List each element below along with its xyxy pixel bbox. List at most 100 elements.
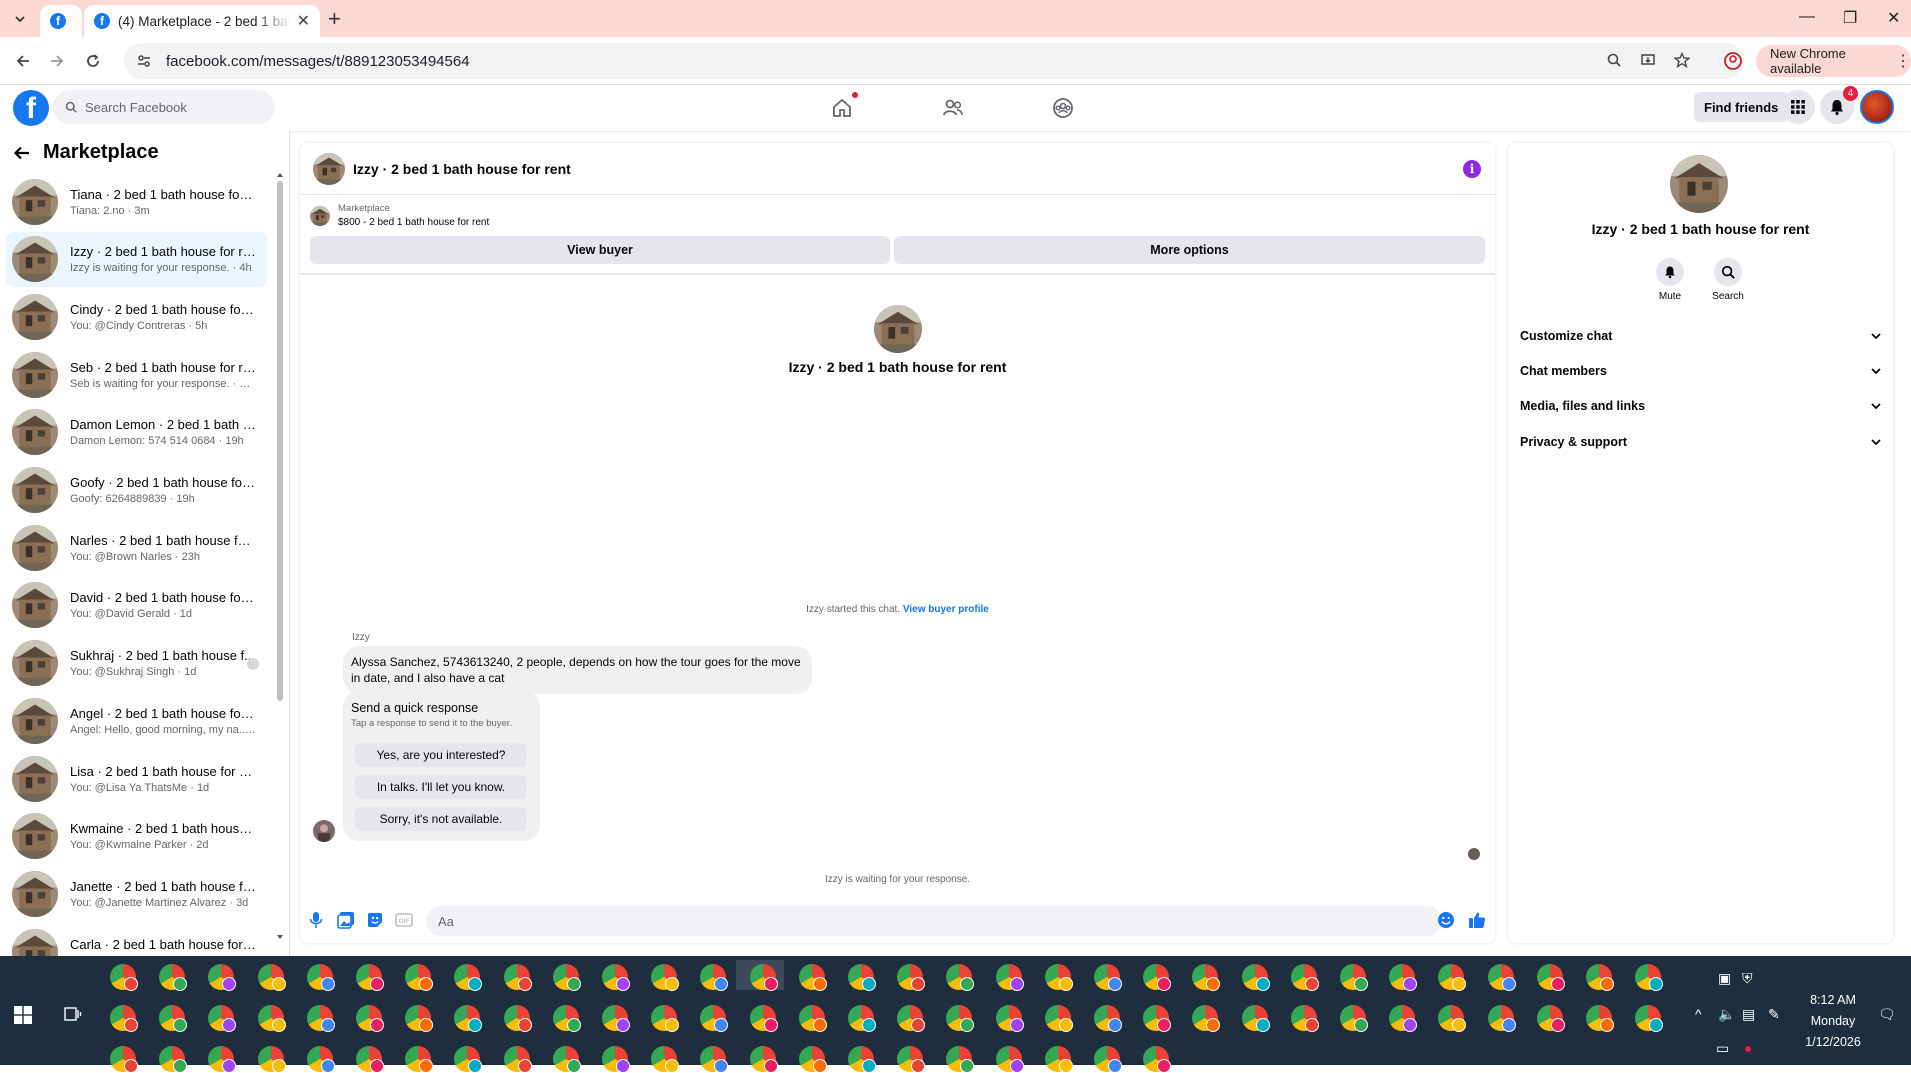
chrome-profile-taskbar-icon[interactable] (946, 964, 975, 991)
sticker-icon[interactable] (366, 911, 384, 929)
chrome-profile-taskbar-icon[interactable] (405, 1005, 434, 1032)
chrome-profile-taskbar-icon[interactable] (1438, 1005, 1467, 1032)
back-arrow-icon[interactable] (12, 50, 34, 72)
emoji-icon[interactable] (1437, 911, 1455, 929)
reload-icon[interactable] (82, 50, 104, 72)
conversation-item[interactable]: Tiana · 2 bed 1 bath house for r... Tiana… (6, 174, 267, 229)
microphone-icon[interactable] (307, 911, 325, 929)
chrome-profile-taskbar-icon[interactable] (1389, 1005, 1418, 1032)
profile-icon[interactable] (1723, 51, 1743, 71)
chrome-profile-taskbar-icon[interactable] (208, 1046, 237, 1073)
chrome-profile-taskbar-icon[interactable] (1143, 1046, 1172, 1073)
chrome-profile-taskbar-icon[interactable] (848, 1046, 876, 1073)
conversation-item[interactable]: Angel · 2 bed 1 bath house for r... Angel… (6, 693, 267, 748)
chrome-profile-taskbar-icon[interactable] (454, 1046, 483, 1073)
tab-search-chevron-icon[interactable] (6, 8, 34, 30)
chrome-profile-taskbar-icon[interactable] (208, 964, 237, 991)
quick-reply-button[interactable]: In talks. I'll let you know. (355, 775, 527, 799)
conversation-item[interactable]: Narles · 2 bed 1 bath house for r... You:… (6, 520, 267, 575)
account-avatar[interactable] (1860, 90, 1894, 124)
tab-close-icon[interactable]: ✕ (297, 11, 310, 31)
chrome-profile-taskbar-icon[interactable] (1635, 1005, 1664, 1032)
chrome-profile-taskbar-icon[interactable] (1340, 964, 1368, 991)
chrome-profile-taskbar-icon[interactable] (356, 964, 384, 991)
chrome-profile-taskbar-icon[interactable] (552, 964, 581, 991)
chrome-profile-taskbar-icon[interactable] (1143, 1005, 1172, 1032)
bookmark-star-icon[interactable] (1674, 52, 1692, 70)
chrome-profile-taskbar-icon[interactable] (848, 964, 876, 991)
chrome-profile-taskbar-icon[interactable] (1389, 964, 1418, 991)
scroll-up-icon[interactable] (276, 171, 284, 179)
show-hidden-icons-chevron-icon[interactable]: ^ (1695, 1006, 1702, 1022)
chrome-profile-taskbar-icon[interactable] (1586, 964, 1614, 991)
chrome-profile-taskbar-icon[interactable] (503, 1005, 532, 1032)
notifications-bell-icon[interactable]: 4 (1820, 86, 1858, 124)
conversation-item[interactable]: Damon Lemon · 2 bed 1 bath h... Damon Lem… (6, 405, 267, 460)
chrome-profile-taskbar-icon[interactable] (602, 1005, 630, 1032)
chrome-profile-taskbar-icon[interactable] (749, 964, 778, 991)
view-buyer-button[interactable]: View buyer (310, 236, 890, 264)
chrome-profile-taskbar-icon[interactable] (454, 964, 483, 991)
chrome-profile-taskbar-icon[interactable] (1290, 1005, 1319, 1032)
chrome-profile-taskbar-icon[interactable] (602, 1046, 630, 1073)
chrome-profile-taskbar-icon[interactable] (454, 1005, 483, 1032)
chrome-profile-taskbar-icon[interactable] (503, 1046, 532, 1073)
recording-icon[interactable]: ● (1744, 1040, 1752, 1056)
home-icon[interactable] (830, 92, 858, 120)
conversation-item[interactable]: Goofy · 2 bed 1 bath house for r... Goofy… (6, 463, 267, 518)
chrome-profile-taskbar-icon[interactable] (1192, 1005, 1221, 1032)
incoming-message-bubble[interactable]: Alyssa Sanchez, 5743613240, 2 people, de… (343, 646, 812, 694)
chrome-profile-taskbar-icon[interactable] (208, 1005, 237, 1032)
gif-icon[interactable]: GIF (395, 911, 413, 929)
chrome-profile-taskbar-icon[interactable] (1438, 964, 1467, 991)
forward-arrow-icon[interactable] (46, 50, 68, 72)
display-icon[interactable]: ▭ (1716, 1040, 1729, 1057)
minimize-window-icon[interactable]: — (1799, 8, 1815, 26)
chrome-profile-taskbar-icon[interactable] (257, 964, 286, 991)
listing-info[interactable]: Marketplace $800 - 2 bed 1 bath house fo… (310, 203, 489, 228)
details-avatar[interactable] (1670, 155, 1728, 213)
conversation-item[interactable]: Sukhraj · 2 bed 1 bath house f... You: @S… (6, 636, 267, 691)
groups-icon[interactable] (1051, 96, 1075, 120)
chrome-profile-taskbar-icon[interactable] (749, 1005, 778, 1032)
search-conversation-button[interactable]: Search (1708, 258, 1748, 302)
conversation-item[interactable]: Lisa · 2 bed 1 bath house for rent You: @… (6, 751, 267, 806)
chrome-profile-taskbar-icon[interactable] (159, 1046, 188, 1073)
chrome-profile-taskbar-icon[interactable] (110, 964, 138, 991)
chrome-profile-taskbar-icon[interactable] (1192, 964, 1221, 991)
address-bar[interactable]: facebook.com/messages/t/889123053494564 (124, 43, 1744, 79)
chrome-profile-taskbar-icon[interactable] (995, 964, 1024, 991)
sender-avatar[interactable] (313, 820, 335, 842)
chat-header[interactable]: Izzy · 2 bed 1 bath house for rent i (300, 143, 1495, 195)
chrome-profile-taskbar-icon[interactable] (897, 964, 926, 991)
facebook-logo-icon[interactable]: f (13, 90, 49, 126)
conversation-item[interactable]: Cindy · 2 bed 1 bath house for r... You: … (6, 289, 267, 344)
chrome-profile-taskbar-icon[interactable] (1044, 1005, 1073, 1032)
chrome-profile-taskbar-icon[interactable] (159, 1005, 188, 1032)
pen-workspace-icon[interactable]: ✎ (1768, 1006, 1780, 1023)
chrome-profile-taskbar-icon[interactable] (110, 1005, 138, 1032)
chrome-profile-taskbar-icon[interactable] (1241, 964, 1270, 991)
chrome-profile-taskbar-icon[interactable] (1487, 964, 1516, 991)
scrollbar-thumb[interactable] (277, 181, 283, 701)
chrome-profile-taskbar-icon[interactable] (700, 1005, 729, 1032)
quick-reply-button[interactable]: Sorry, it's not available. (355, 807, 527, 831)
chrome-profile-taskbar-icon[interactable] (1241, 1005, 1270, 1032)
friends-icon[interactable] (941, 96, 965, 120)
privacy-support-section[interactable]: Privacy & support (1520, 427, 1882, 457)
more-options-button[interactable]: More options (894, 236, 1485, 264)
chrome-profile-taskbar-icon[interactable] (602, 964, 630, 991)
network-icon[interactable]: ▤ (1742, 1006, 1755, 1023)
chrome-profile-taskbar-icon[interactable] (356, 1046, 384, 1073)
chrome-profile-taskbar-icon[interactable] (995, 1046, 1024, 1073)
chrome-profile-taskbar-icon[interactable] (946, 1005, 975, 1032)
chrome-profile-taskbar-icon[interactable] (1340, 1005, 1368, 1032)
chrome-profile-taskbar-icon[interactable] (1094, 1046, 1122, 1073)
chrome-profile-taskbar-icon[interactable] (1143, 964, 1172, 991)
new-chrome-available-button[interactable]: New Chrome available (1756, 45, 1911, 77)
chrome-profile-taskbar-icon[interactable] (897, 1005, 926, 1032)
windows-start-icon[interactable] (14, 1006, 32, 1024)
chrome-profile-taskbar-icon[interactable] (651, 1005, 680, 1032)
chrome-profile-taskbar-icon[interactable] (306, 964, 335, 991)
conversation-item[interactable]: David · 2 bed 1 bath house for r... You: … (6, 578, 267, 633)
